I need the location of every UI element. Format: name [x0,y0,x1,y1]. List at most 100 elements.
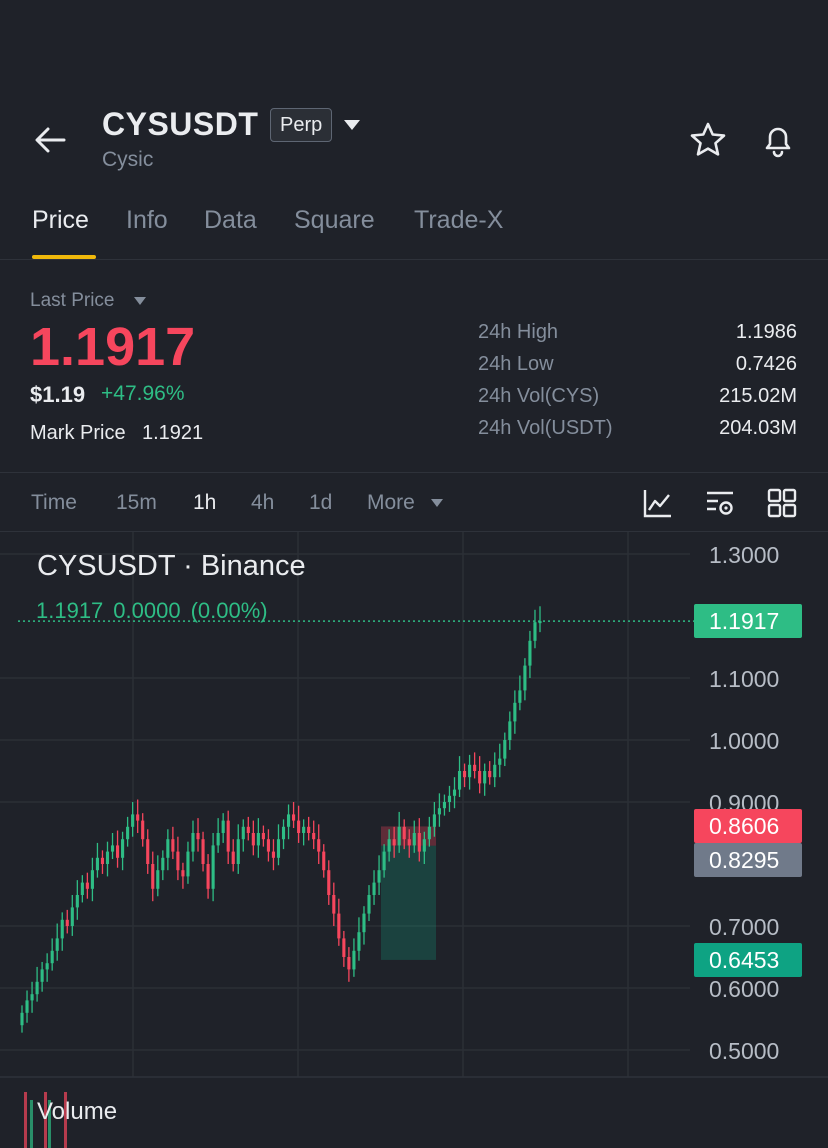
candle-body [488,771,492,778]
ohlc-price: 1.1917 [36,598,104,623]
candle-body [427,826,431,840]
candle-body [181,870,185,877]
candle-body [297,820,301,833]
candle-body [261,833,265,840]
last-price-value: 1.1917 [30,317,196,377]
y-axis-tick: 0.5000 [709,1038,780,1064]
more-dropdown-icon[interactable] [430,498,444,508]
candle-body [50,950,54,964]
candle-body [417,833,421,852]
candle-body [407,839,411,846]
candle-body [327,870,331,895]
active-tab-indicator [32,255,96,259]
last-price-label[interactable]: Last Price [30,290,114,312]
candle-body [337,913,341,939]
candle-body [166,839,170,858]
candle-body [432,814,436,827]
timeframe-bar: Time 15m 1h 4h 1d More [0,472,828,532]
candle-body [523,665,527,691]
candle-body [357,932,361,951]
candle-body [372,882,376,895]
candle-body [196,833,200,840]
volume-bar [24,1092,27,1148]
candle-body [221,820,225,833]
candle-body [402,826,406,840]
tab-price[interactable]: Price [32,206,89,235]
timeframe-15m[interactable]: 15m [116,491,157,515]
timeframe-more[interactable]: More [367,491,415,515]
back-arrow-icon[interactable] [30,120,70,160]
stat-24h-low-label: 24h Low [478,353,554,375]
candle-body [151,864,155,889]
candle-body [176,851,180,871]
candle-body [493,764,497,778]
symbol-dropdown-icon[interactable] [342,118,362,132]
candle-body [156,870,160,889]
contract-type-badge: Perp [270,108,333,142]
tab-square[interactable]: Square [294,206,375,235]
target-price-tag: 0.6453 [694,943,802,977]
candle-body [80,882,84,895]
candle-body [75,895,79,908]
candle-body [302,826,306,833]
favorite-star-icon[interactable] [688,120,728,160]
timeframe-time[interactable]: Time [31,491,77,515]
last-price-dropdown-icon[interactable] [133,296,147,306]
candle-body [377,870,381,883]
candle-body [322,851,326,871]
candle-body [95,857,99,871]
stat-24h-vol-quote-value: 204.03M [719,417,797,439]
candle-body [251,833,255,846]
tab-data[interactable]: Data [204,206,257,235]
volume-label: Volume [37,1098,118,1125]
ohlc-change: 0.0000 [113,598,181,623]
timeframe-4h[interactable]: 4h [251,491,274,515]
tab-info[interactable]: Info [126,206,168,235]
candle-body [35,981,39,995]
candlestick-chart[interactable]: CYSUSDT · Binance 1.1917 0.0000 (0.00%) 1.… [0,532,828,1148]
stat-24h-high-label: 24h High [478,321,559,343]
candle-body [216,833,220,846]
y-axis-tick: 0.7000 [709,914,780,940]
candle-body [317,839,321,852]
candle-body [412,833,416,846]
timeframe-1h[interactable]: 1h [193,491,216,515]
candle-body [352,950,356,970]
timeframe-1d[interactable]: 1d [309,491,332,515]
chart-settings-icon[interactable] [704,487,736,519]
candle-body [110,845,115,852]
candle-body [367,895,371,914]
candle-body [513,702,517,722]
candle-body [503,740,507,759]
candle-body [508,721,512,740]
candle-body [115,845,120,858]
candle-body [20,1012,24,1026]
candle-body [136,814,140,821]
candle-body [312,833,316,840]
mark-price-label: Mark Price [30,422,126,444]
candle-body [246,826,250,833]
candle-body [191,833,195,852]
stat-24h-vol-base-value: 215.02M [719,385,797,407]
indicator-chart-icon[interactable] [642,487,674,519]
candle-body [397,826,401,846]
candle-body [85,882,89,889]
candle-body [447,795,452,802]
candle-body [437,808,441,815]
symbol-title[interactable]: CYSUSDT [102,106,258,143]
candle-body [478,771,482,784]
layout-grid-icon[interactable] [766,487,798,519]
y-axis-tick: 1.0000 [709,728,780,754]
candle-body [201,839,205,864]
candle-body [141,820,145,840]
candle-body [186,851,190,877]
tab-trade-x[interactable]: Trade-X [414,206,503,235]
candle-body [70,907,74,926]
candle-body [422,839,426,852]
stat-24h-low-value: 0.7426 [735,353,797,375]
candle-body [518,690,522,703]
candle-body [528,640,532,666]
price-alert-bell-icon[interactable] [758,120,798,160]
candle-body [161,857,165,871]
candle-body [25,1000,29,1013]
